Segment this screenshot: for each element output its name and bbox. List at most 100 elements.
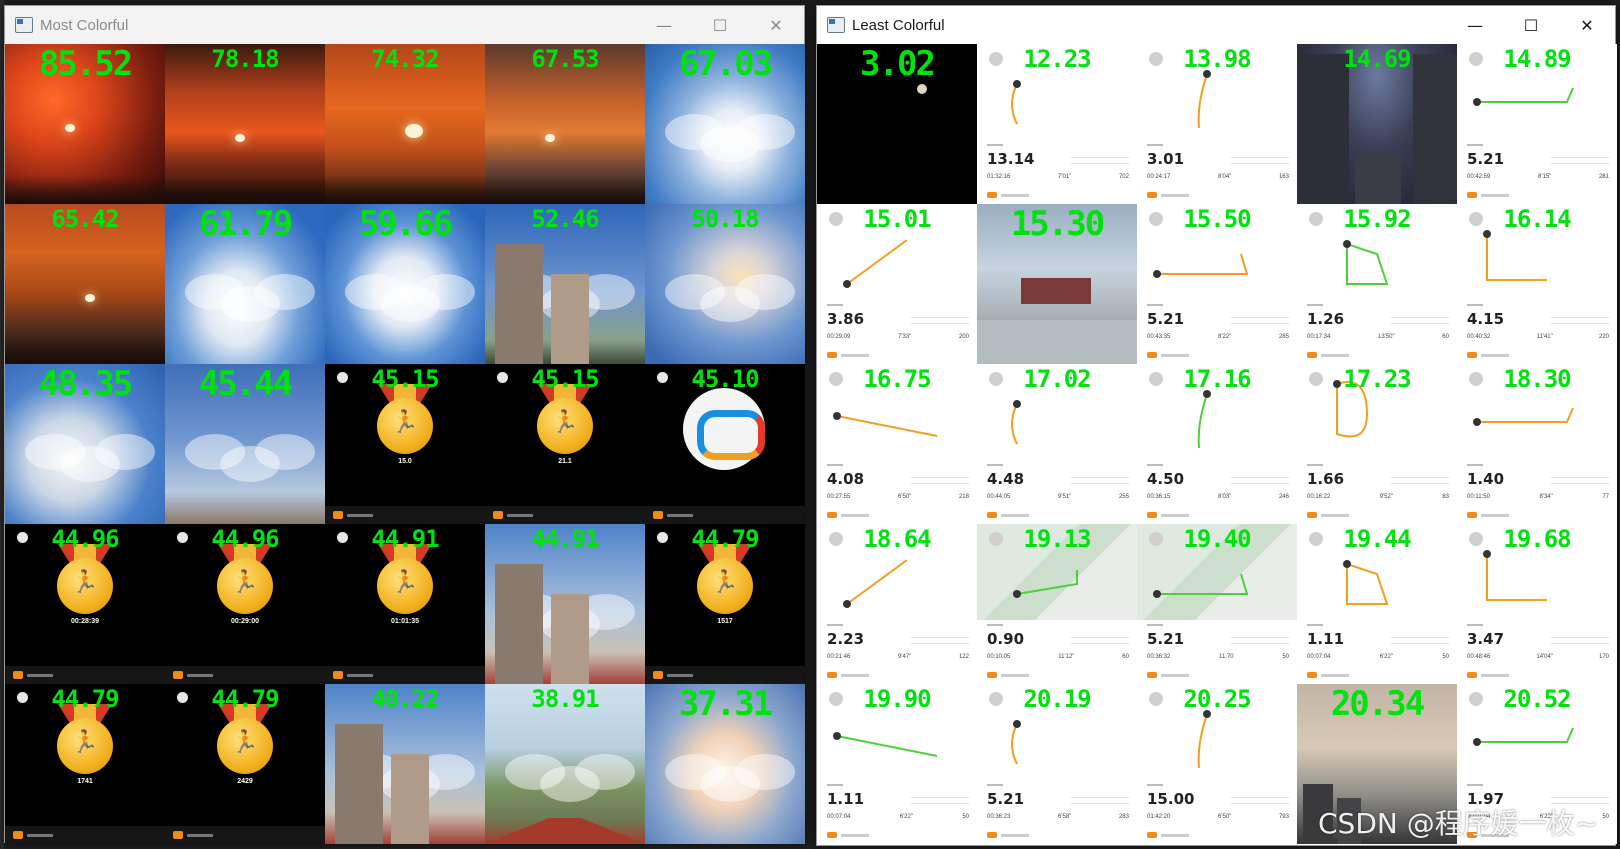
image-tile[interactable]: 44.91 [485, 524, 645, 684]
medal-icon [57, 558, 113, 614]
titlebar[interactable]: Most Colorful — ☐ ✕ [5, 6, 804, 44]
duration-value: 00:44:05 [987, 494, 1011, 500]
image-tile[interactable]: 52.46 [485, 204, 645, 364]
image-tile[interactable]: 2429 44.79 [165, 684, 325, 844]
calories-value: 246 [1278, 494, 1289, 500]
app-footer [645, 666, 805, 684]
image-tile[interactable]: 5.21 00:36:32 11.70 50 19.40 [1137, 524, 1297, 684]
building [1413, 54, 1457, 204]
cloud [735, 114, 795, 150]
image-tile[interactable]: 67.53 [485, 44, 645, 204]
image-tile[interactable]: 4.15 00:40:32 11'41" 220 16.14 [1457, 204, 1617, 364]
colorfulness-score: 65.42 [51, 205, 119, 233]
image-tile[interactable]: 50.18 [645, 204, 805, 364]
run-stats: 00:07:04 6'22" 50 [1307, 654, 1449, 660]
detail-lines [1231, 154, 1289, 168]
building [391, 754, 429, 844]
app-name-line [1481, 194, 1509, 197]
image-tile[interactable]: 5.21 00:43:35 8'22" 285 15.50 [1137, 204, 1297, 364]
label-line [827, 464, 843, 466]
route-start-marker [1013, 80, 1021, 88]
image-tile[interactable]: 38.91 [485, 684, 645, 844]
route-path [1477, 727, 1574, 743]
cloud [95, 434, 155, 470]
distance-value: 1.11 [827, 790, 865, 808]
image-tile[interactable]: 5.21 00:36:23 6'58" 283 20.19 [977, 684, 1137, 844]
image-tile[interactable]: 48.35 [5, 364, 165, 524]
image-tile[interactable]: 2.23 00:21:46 9'47" 122 18.64 [817, 524, 977, 684]
image-tile[interactable]: 40.22 [325, 684, 485, 844]
maximize-button[interactable]: ☐ [1503, 6, 1559, 44]
image-tile[interactable]: 37.31 [645, 684, 805, 844]
image-tile[interactable]: 00:29:00 44.96 [165, 524, 325, 684]
image-tile[interactable]: 14.69 [1297, 44, 1457, 204]
minimize-button[interactable]: — [636, 6, 692, 44]
image-tile[interactable]: 1.40 00:11:50 8'34" 77 18.30 [1457, 364, 1617, 524]
image-tile[interactable]: 45.10 [645, 364, 805, 524]
maximize-button[interactable]: ☐ [692, 6, 748, 44]
image-tile[interactable]: 4.50 00:36:15 8'03" 246 17.16 [1137, 364, 1297, 524]
medal-value: 00:29:00 [230, 618, 260, 625]
skyline-silhouette [165, 176, 325, 204]
app-logo-icon [827, 832, 837, 838]
least-colorful-window[interactable]: Least Colorful — ☐ ✕ 3.02 13.14 01:32:16 7'… [816, 5, 1617, 846]
image-tile[interactable]: 74.32 [325, 44, 485, 204]
medal-icon [377, 558, 433, 614]
image-tile[interactable]: 21.1 45.15 [485, 364, 645, 524]
colorfulness-score: 16.14 [1503, 205, 1571, 233]
app-logo-icon [1147, 672, 1157, 678]
calories-value: 200 [958, 334, 969, 340]
close-button[interactable]: ✕ [748, 6, 804, 44]
route-start-marker [1153, 590, 1161, 598]
cloud [735, 754, 795, 790]
run-stats: 00:43:35 8'22" 285 [1147, 334, 1289, 340]
image-tile[interactable]: 4.48 00:44:05 9'51" 255 17.02 [977, 364, 1137, 524]
titlebar[interactable]: Least Colorful — ☐ ✕ [817, 6, 1615, 44]
minimize-button[interactable]: — [1447, 6, 1503, 44]
image-tile[interactable]: 65.42 [5, 204, 165, 364]
calories-value: 77 [1602, 494, 1609, 500]
label-line [1307, 304, 1323, 306]
image-tile[interactable]: 85.52 [5, 44, 165, 204]
image-tile[interactable]: 3.01 00:24:17 8'04" 163 13.98 [1137, 44, 1297, 204]
route-path [1346, 242, 1389, 285]
app-name-line [841, 514, 869, 517]
image-tile[interactable]: 61.79 [165, 204, 325, 364]
image-tile[interactable]: 3.47 00:48:46 14'04" 170 19.68 [1457, 524, 1617, 684]
most-colorful-window[interactable]: Most Colorful — ☐ ✕ 85.52 78.18 74.32 67.53… [4, 5, 805, 844]
image-tile[interactable]: 00:28:39 44.96 [5, 524, 165, 684]
image-tile[interactable]: 13.14 01:32:16 7'01" 702 12.23 [977, 44, 1137, 204]
pace-value: 11.70 [1219, 654, 1234, 660]
app-footer [645, 506, 805, 524]
app-logo-icon [827, 672, 837, 678]
calories-value: 283 [1118, 814, 1129, 820]
image-tile[interactable]: 3.86 00:29:09 7'33" 200 15.01 [817, 204, 977, 364]
image-tile[interactable]: 1.26 00:17:34 13'50" 60 15.92 [1297, 204, 1457, 364]
fence [977, 320, 1137, 364]
image-tile[interactable]: 4.08 00:27:55 6'50" 218 16.75 [817, 364, 977, 524]
image-tile[interactable]: 15.00 01:42:20 6'50" 793 20.25 [1137, 684, 1297, 844]
image-tile[interactable]: 1.11 00:07:04 6'22" 50 19.90 [817, 684, 977, 844]
image-tile[interactable]: 1.11 00:07:04 6'22" 50 19.44 [1297, 524, 1457, 684]
image-tile[interactable]: 5.21 00:42:59 8'15" 281 14.89 [1457, 44, 1617, 204]
calories-value: 255 [1118, 494, 1129, 500]
image-tile[interactable]: 0.90 00:10:05 11'12" 60 19.13 [977, 524, 1137, 684]
close-button[interactable]: ✕ [1559, 6, 1615, 44]
image-tile[interactable]: 1517 44.79 [645, 524, 805, 684]
image-tile[interactable]: 01:01:35 44.91 [325, 524, 485, 684]
distance-value: 1.97 [1467, 790, 1505, 808]
duration-value: 00:07:04 [1307, 654, 1331, 660]
label-line [827, 624, 843, 626]
image-tile[interactable]: 1741 44.79 [5, 684, 165, 844]
distance-value: 5.21 [1147, 630, 1185, 648]
route-path [846, 559, 908, 605]
image-tile[interactable]: 67.03 [645, 44, 805, 204]
image-tile[interactable]: 15.0 45.15 [325, 364, 485, 524]
image-tile[interactable]: 3.02 [817, 44, 977, 204]
image-grid: 85.52 78.18 74.32 67.53 67.03 65.42 61.79 59.66… [5, 44, 805, 844]
image-tile[interactable]: 59.66 [325, 204, 485, 364]
image-tile[interactable]: 1.66 00:16:22 9'52" 83 17.23 [1297, 364, 1457, 524]
image-tile[interactable]: 45.44 [165, 364, 325, 524]
image-tile[interactable]: 15.30 [977, 204, 1137, 364]
image-tile[interactable]: 78.18 [165, 44, 325, 204]
